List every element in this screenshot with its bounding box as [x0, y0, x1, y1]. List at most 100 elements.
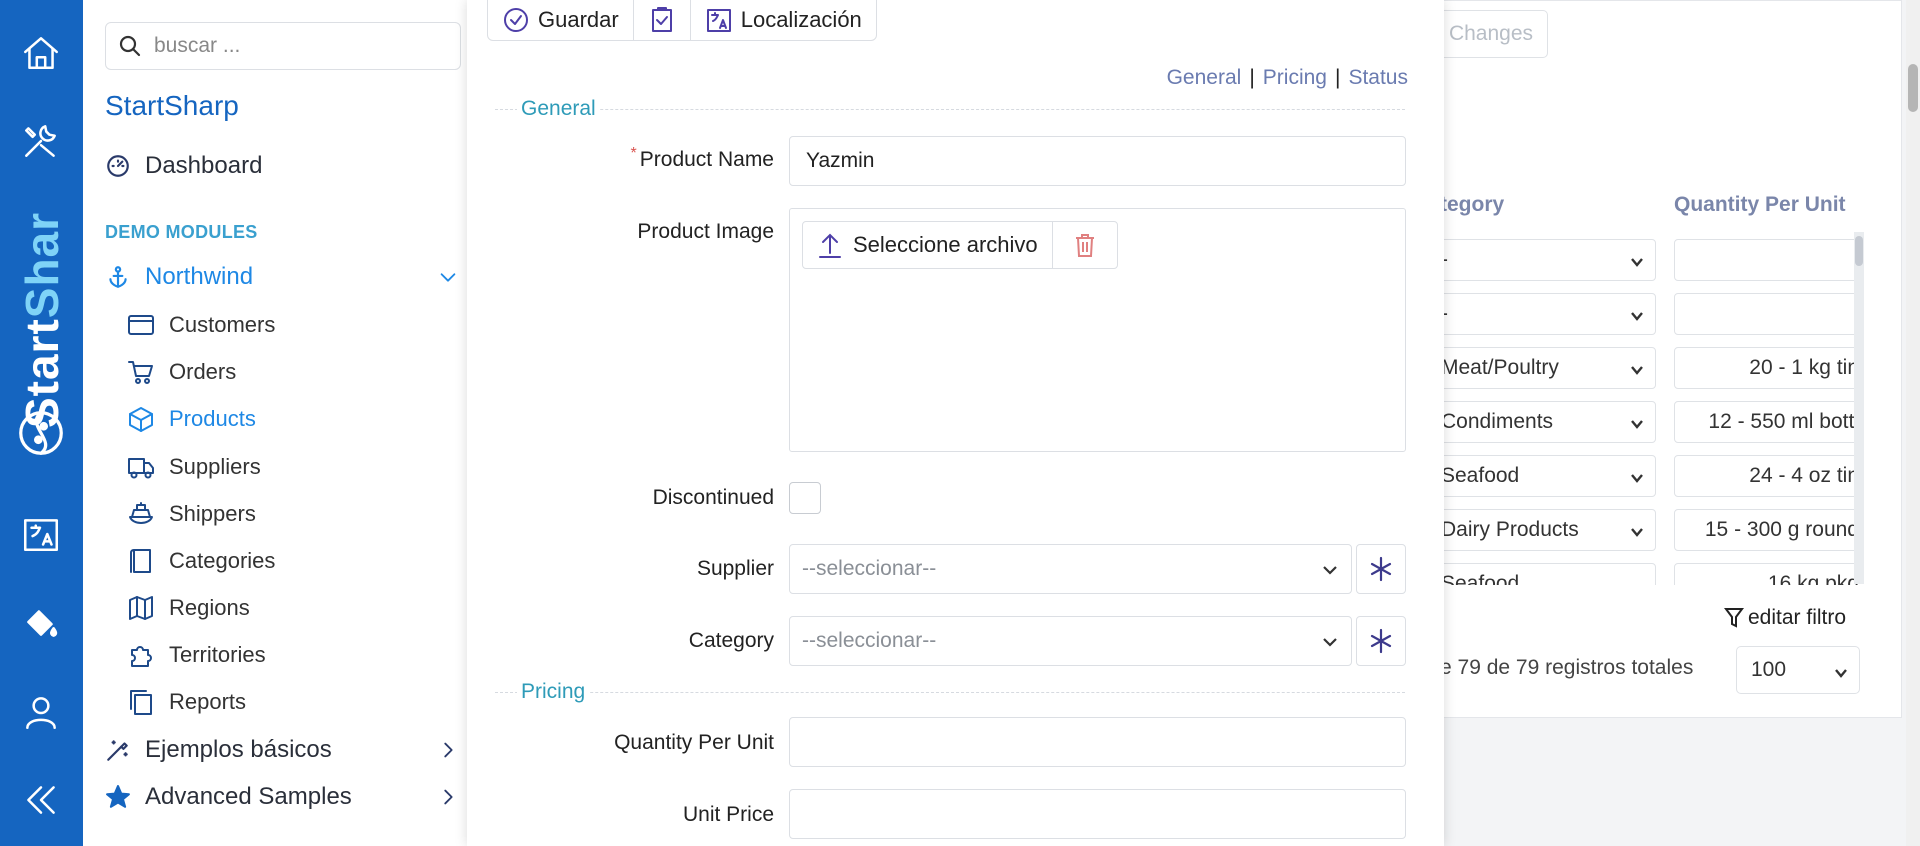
table-row: Seafood 16 kg pkg — [1440, 557, 1860, 585]
sidebar-item-reports[interactable]: Reports — [127, 682, 246, 722]
menu-label: Territories — [169, 642, 266, 667]
cart-icon — [128, 361, 153, 384]
product-name-label: * Product Name — [630, 145, 774, 171]
category-select[interactable]: - — [1440, 293, 1656, 335]
qpu-input[interactable] — [789, 717, 1406, 767]
qpu-label: Quantity Per Unit — [614, 731, 774, 754]
sidebar-item-orders[interactable]: Orders — [127, 352, 236, 392]
menu-item-northwind[interactable]: Northwind — [105, 257, 467, 297]
product-name-input[interactable] — [789, 136, 1406, 186]
table-row: Meat/Poultry 20 - 1 kg tin — [1440, 341, 1864, 395]
sidebar-item-categories[interactable]: Categories — [127, 541, 275, 581]
trash-icon — [1075, 234, 1094, 257]
qpu-input[interactable] — [1674, 239, 1864, 281]
sidebar-item-suppliers[interactable]: Suppliers — [127, 447, 261, 487]
search-input[interactable] — [154, 34, 444, 58]
upload-group: Seleccione archivo — [802, 221, 1118, 269]
menu-item-dashboard[interactable]: Dashboard — [105, 146, 262, 186]
ship-icon — [129, 502, 153, 524]
menu-label: Customers — [169, 312, 276, 337]
page-size-select[interactable]: 100 — [1736, 646, 1860, 694]
menu-item-advanced-samples[interactable]: Advanced Samples — [105, 777, 467, 817]
user-icon[interactable] — [18, 689, 64, 735]
check-circle-icon — [504, 7, 528, 32]
asterisk-icon — [1370, 556, 1392, 582]
unit-price-input[interactable] — [789, 789, 1406, 839]
chevron-right-icon — [437, 739, 459, 761]
sidebar-item-customers[interactable]: Customers — [127, 305, 275, 345]
link-pricing[interactable]: Pricing — [1263, 66, 1327, 89]
discontinued-checkbox[interactable] — [789, 482, 821, 514]
magic-wand-icon — [107, 740, 128, 761]
category-select[interactable]: Seafood — [1440, 455, 1656, 497]
apply-button[interactable] — [634, 0, 691, 40]
chevron-down-icon — [437, 266, 459, 288]
theme-icon[interactable] — [18, 599, 64, 645]
menu-label: Northwind — [145, 263, 254, 290]
menu-label: Categories — [169, 548, 276, 573]
chevron-down-icon — [1833, 663, 1849, 687]
sidebar-item-shippers[interactable]: Shippers — [127, 494, 256, 534]
link-status[interactable]: Status — [1348, 66, 1408, 89]
page-scrollbar[interactable] — [1906, 0, 1920, 846]
table-row: Condiments 12 - 550 ml bottl — [1440, 395, 1864, 449]
site-title[interactable]: StartSharp — [105, 90, 239, 122]
menu-label: Advanced Samples — [145, 783, 352, 810]
home-icon[interactable] — [18, 30, 64, 76]
link-general[interactable]: General — [1167, 66, 1242, 89]
category-select[interactable]: Seafood — [1440, 563, 1656, 585]
menu-item-basic-samples[interactable]: Ejemplos básicos — [105, 730, 467, 770]
unit-price-label: Unit Price — [682, 803, 774, 826]
supplier-label: Supplier — [696, 557, 774, 580]
edit-filter-link[interactable]: editar filtro — [1724, 606, 1846, 630]
category-select[interactable]: - — [1440, 239, 1656, 281]
qpu-input[interactable]: 12 - 550 ml bottl — [1674, 401, 1864, 443]
tools-icon[interactable] — [18, 118, 64, 164]
anchor-icon — [109, 266, 127, 288]
column-header-category[interactable]: tegory — [1440, 193, 1504, 217]
menu-label: Dashboard — [145, 152, 263, 179]
localization-button[interactable]: Localización — [691, 0, 876, 40]
qpu-input[interactable] — [1674, 293, 1864, 335]
chevron-down-icon — [1629, 468, 1645, 484]
logo-icon — [13, 405, 69, 461]
truck-icon — [128, 458, 154, 479]
save-button[interactable]: Guardar — [488, 0, 634, 40]
category-select[interactable]: --seleccionar-- — [789, 616, 1352, 666]
discontinued-label: Discontinued — [652, 486, 774, 509]
category-select[interactable]: Condiments — [1440, 401, 1656, 443]
collapse-icon[interactable] — [18, 777, 64, 823]
supplier-select[interactable]: --seleccionar-- — [789, 544, 1352, 594]
qpu-input[interactable]: 20 - 1 kg tin — [1674, 347, 1864, 389]
chevron-right-icon — [437, 786, 459, 808]
delete-file-button[interactable] — [1053, 222, 1117, 268]
menu-label: Suppliers — [169, 454, 261, 479]
sidebar-item-products[interactable]: Products — [127, 399, 256, 439]
table-row: Dairy Products 15 - 300 g round — [1440, 503, 1864, 557]
menu-label: Orders — [169, 359, 237, 384]
qpu-input[interactable]: 15 - 300 g round — [1674, 509, 1864, 551]
qpu-input[interactable]: 24 - 4 oz tin — [1674, 455, 1864, 497]
section-general: General — [495, 97, 1405, 121]
sidebar-item-territories[interactable]: Territories — [127, 635, 266, 675]
edit-filter-label: editar filtro — [1748, 606, 1847, 629]
translate-icon[interactable] — [18, 511, 64, 557]
qpu-input[interactable]: 16 kg pkg — [1674, 563, 1860, 585]
category-select[interactable]: Meat/Poultry — [1440, 347, 1656, 389]
chevron-down-icon — [1321, 561, 1339, 585]
copy-icon — [130, 690, 152, 715]
select-file-button[interactable]: Seleccione archivo — [803, 222, 1053, 268]
menu-label: Shippers — [169, 501, 256, 526]
chevron-down-icon — [1629, 252, 1645, 268]
column-header-quantity-per-unit[interactable]: Quantity Per Unit — [1674, 193, 1846, 217]
add-category-button[interactable] — [1356, 616, 1406, 666]
add-supplier-button[interactable] — [1356, 544, 1406, 594]
category-select[interactable]: Dairy Products — [1440, 509, 1656, 551]
menu-search[interactable] — [105, 22, 461, 70]
menu-label: Ejemplos básicos — [145, 736, 332, 763]
clipboard-check-icon — [651, 6, 672, 32]
gauge-icon — [107, 155, 129, 177]
section-title: Pricing — [517, 680, 590, 704]
grid-scrollbar[interactable] — [1854, 232, 1864, 584]
sidebar-item-regions[interactable]: Regions — [127, 588, 250, 628]
